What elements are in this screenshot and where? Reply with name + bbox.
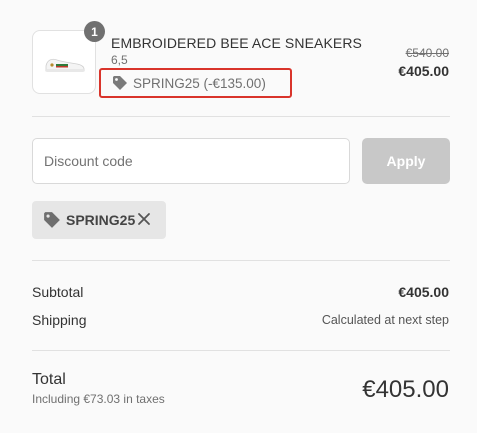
product-thumbnail: [32, 30, 96, 94]
applied-discount-tag: SPRING25: [32, 201, 166, 239]
applied-discount-code: SPRING25: [66, 212, 136, 228]
divider: [32, 116, 450, 117]
divider: [32, 260, 450, 261]
order-summary: 1 EMBROIDERED BEE ACE SNEAKERS 6,5 SPRIN…: [0, 0, 477, 433]
discount-code-input[interactable]: [32, 138, 350, 184]
sneaker-icon: [45, 58, 85, 72]
price-tag-icon: [44, 212, 60, 228]
total-amount: €405.00: [362, 376, 449, 403]
price-tag-icon: [113, 76, 127, 90]
quantity-badge: 1: [84, 21, 105, 42]
shipping-label: Shipping: [32, 312, 87, 328]
apply-button[interactable]: Apply: [362, 138, 450, 184]
product-name: EMBROIDERED BEE ACE SNEAKERS: [111, 35, 362, 51]
discounted-price: €405.00: [398, 63, 449, 79]
product-variant: 6,5: [111, 53, 128, 67]
product-discount-label: SPRING25 (-€135.00): [133, 75, 266, 91]
subtotal-label: Subtotal: [32, 284, 84, 300]
shipping-value: Calculated at next step: [321, 313, 449, 327]
subtotal-value: €405.00: [398, 284, 449, 300]
total-label: Total: [32, 371, 66, 388]
taxes-note: Including €73.03 in taxes: [32, 392, 165, 406]
original-price: €540.00: [405, 46, 449, 60]
product-discount-line: SPRING25 (-€135.00): [99, 68, 292, 98]
close-icon[interactable]: [136, 211, 152, 227]
divider: [32, 350, 450, 351]
